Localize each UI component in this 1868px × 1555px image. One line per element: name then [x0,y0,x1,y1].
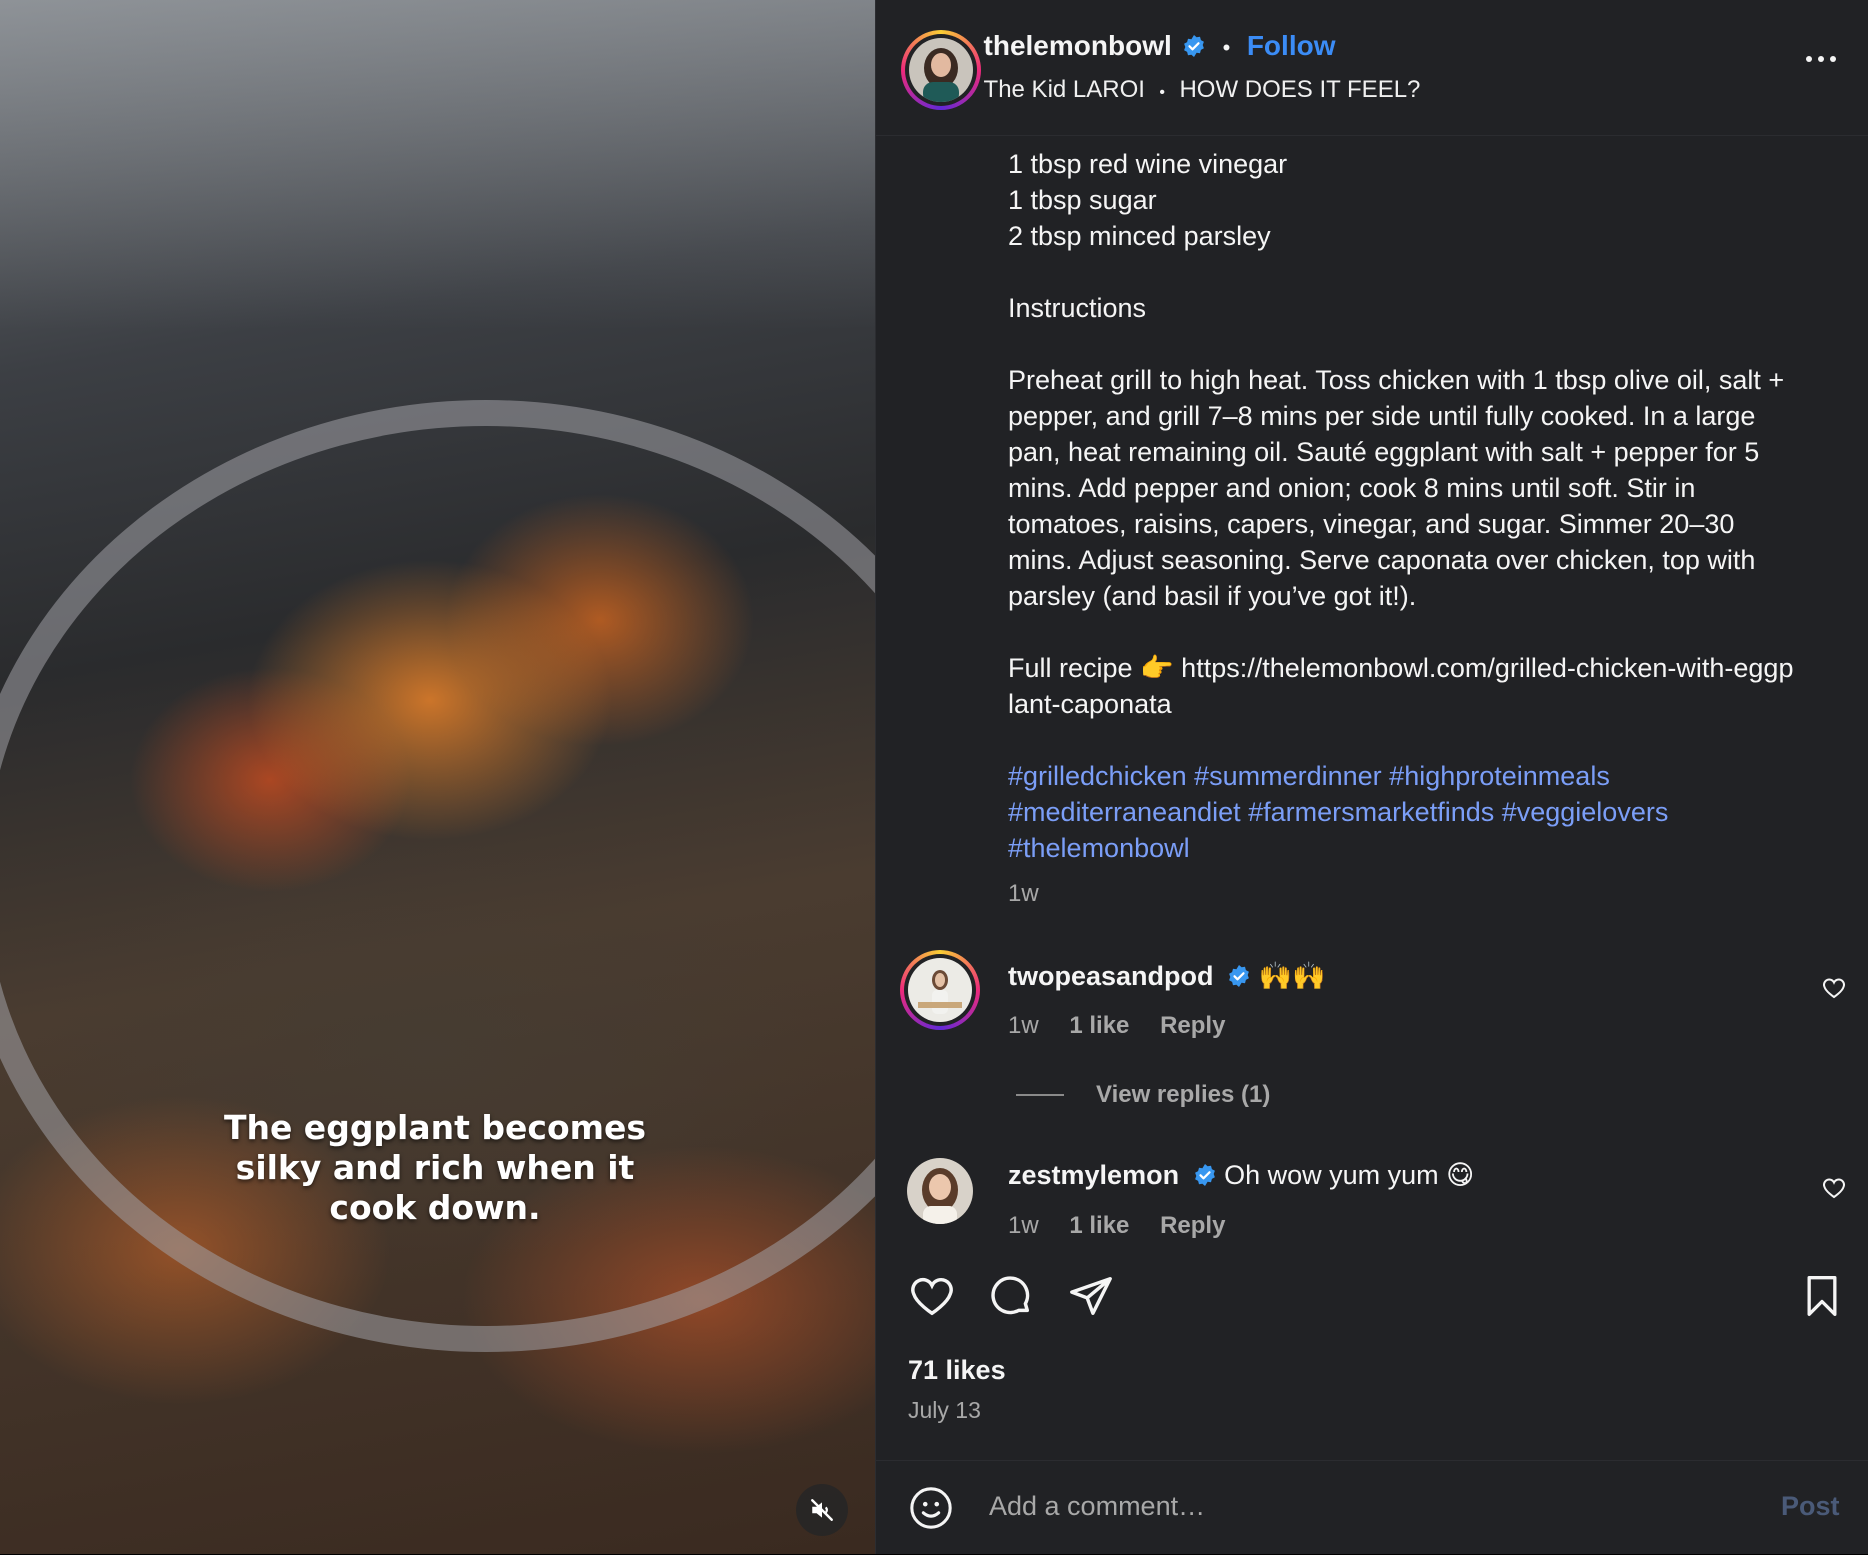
post-date: July 13 [908,1397,981,1423]
post-video[interactable]: The eggplant becomes silky and rich when… [0,0,875,1554]
comment-input[interactable]: Add a comment… [989,1491,1205,1522]
post-comment-button[interactable]: Post [1781,1491,1840,1522]
video-caption: The eggplant becomes silky and rich when… [223,1108,647,1227]
caption-age: 1w [1008,880,1039,907]
commenter-avatar-image [908,958,972,1022]
comment-meta: 1w 1 like Reply [1008,1012,1249,1040]
author-avatar[interactable] [900,30,981,110]
comment-time[interactable]: 1w [1008,1012,1039,1039]
ingredient-line: 1 tbsp red wine vinegar [1008,149,1288,179]
recipe-link-line: Full recipe 👉 https://thelemonbowl.com/g… [1008,650,1798,722]
likes-count[interactable]: 71 likes [908,1355,1006,1386]
view-replies-button[interactable]: View replies (1) [1096,1081,1270,1109]
audio-artist[interactable]: The Kid LAROI [984,76,1145,103]
mute-button[interactable] [796,1484,848,1536]
comment-like-heart-icon[interactable] [1822,1176,1846,1200]
comment-username[interactable]: twopeasandpod [1008,961,1214,991]
hashtag-line[interactable]: #mediterraneandiet #farmersmarketfinds #… [1008,797,1668,827]
comment-bubble-icon[interactable] [988,1273,1034,1319]
follow-button[interactable]: Follow [1247,30,1336,61]
audio-track[interactable]: HOW DOES IT FEEL? [1179,76,1420,103]
audio-dot-separator: • [1159,84,1165,101]
comment-likes[interactable]: 1 like [1069,1212,1129,1239]
ingredient-line: 1 tbsp sugar [1008,185,1157,215]
comment-like-heart-icon[interactable] [1822,976,1846,1000]
recipe-prefix: Full recipe 👉 [1008,653,1182,683]
post-caption: 1 tbsp red wine vinegar 1 tbsp sugar 2 t… [1008,146,1798,912]
comment-body: twopeasandpod 🙌🙌 [1008,960,1326,992]
comment-body: zestmylemon Oh wow yum yum 😋 [1008,1160,1474,1191]
replies-divider [1016,1094,1064,1096]
verified-badge-icon [1229,965,1249,987]
share-send-icon[interactable] [1068,1273,1114,1319]
more-options-icon [1805,56,1836,62]
audio-attribution[interactable]: The Kid LAROI • HOW DOES IT FEEL? [984,76,1421,104]
instagram-post-modal: The eggplant becomes silky and rich when… [0,0,1868,1554]
post-header: thelemonbowl • Follow The Kid LAROI • HO… [875,0,1868,136]
verified-badge-icon [1194,1164,1215,1186]
reply-button[interactable]: Reply [1160,1212,1225,1239]
commenter-avatar[interactable] [907,1158,973,1224]
speaker-muted-icon [811,1499,833,1521]
comment-meta: 1w 1 like Reply [1008,1212,1249,1240]
instructions-text: Preheat grill to high heat. Toss chicken… [1008,365,1785,611]
comment-likes[interactable]: 1 like [1069,1012,1129,1039]
bookmark-save-icon[interactable] [1800,1273,1844,1319]
commenter-avatar[interactable] [900,950,980,1030]
author-avatar-image [908,38,973,102]
reply-button[interactable]: Reply [1160,1012,1225,1039]
comment-time[interactable]: 1w [1008,1212,1039,1239]
ingredient-line: 2 tbsp minced parsley [1008,221,1271,251]
like-heart-icon[interactable] [908,1273,956,1319]
author-username[interactable]: thelemonbowl [984,30,1172,61]
verified-badge-icon [1184,35,1205,57]
comment-username[interactable]: zestmylemon [1008,1160,1179,1190]
emoji-picker-icon[interactable] [908,1485,954,1531]
comment-text: Oh wow yum yum 😋 [1224,1160,1475,1190]
comment-text: 🙌🙌 [1258,961,1326,991]
video-background-steel [0,0,875,330]
instructions-heading: Instructions [1008,293,1147,323]
hashtag-line[interactable]: #thelemonbowl [1008,833,1190,863]
add-comment-bar: Add a comment… Post [875,1460,1868,1555]
more-options-button[interactable] [1804,52,1838,71]
hashtag-line[interactable]: #grilledchicken #summerdinner #highprote… [1008,761,1610,791]
commenter-avatar-image [907,1158,973,1224]
hashtags[interactable]: #grilledchicken #summerdinner #highprote… [1008,758,1798,866]
header-dot-separator: • [1222,35,1231,60]
